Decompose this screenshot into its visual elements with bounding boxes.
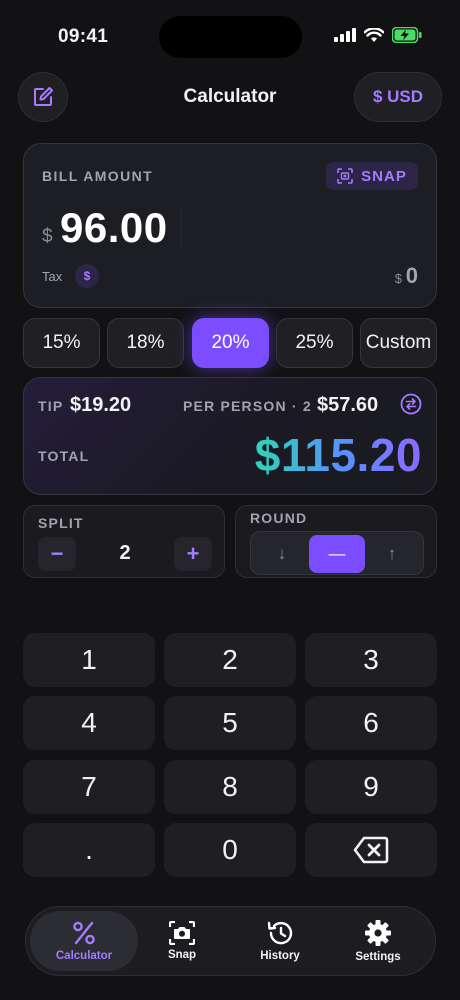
key-decimal[interactable]: .	[23, 823, 155, 877]
key-backspace[interactable]	[305, 823, 437, 877]
key-2[interactable]: 2	[164, 633, 296, 687]
dynamic-island	[159, 16, 302, 58]
round-card: ROUND ↓ — ↑	[235, 505, 437, 578]
tip-value: $19.20	[70, 394, 132, 416]
tab-history[interactable]: History	[226, 911, 334, 971]
tip-options: 15% 18% 20% 25% Custom	[23, 318, 437, 368]
snap-label: SNAP	[361, 167, 407, 185]
tax-label: Tax	[42, 269, 63, 284]
tax-input[interactable]: 0	[406, 263, 418, 289]
tax-mode-toggle[interactable]: $	[75, 264, 99, 288]
snap-button[interactable]: SNAP	[326, 162, 418, 190]
tab-snap[interactable]: Snap	[128, 911, 236, 971]
summary-card: TIP $19.20 PER PERSON · 2 $57.60 TOTAL $…	[23, 377, 437, 495]
split-label: SPLIT	[38, 515, 84, 531]
total-label: TOTAL	[38, 448, 90, 464]
round-label: ROUND	[250, 510, 308, 526]
gear-icon	[365, 920, 391, 946]
tab-settings-label: Settings	[355, 951, 401, 963]
tab-calculator[interactable]: Calculator	[30, 911, 138, 971]
key-6[interactable]: 6	[305, 696, 437, 750]
tab-snap-label: Snap	[167, 949, 197, 961]
status-icons	[334, 27, 422, 43]
swap-icon[interactable]	[400, 393, 422, 415]
per-person-value: $57.60	[317, 394, 379, 416]
per-person-label: PER PERSON · 2	[183, 398, 312, 414]
camera-icon	[169, 921, 195, 945]
status-time: 09:41	[58, 26, 109, 47]
tab-settings[interactable]: Settings	[324, 911, 432, 971]
key-5[interactable]: 5	[164, 696, 296, 750]
key-0[interactable]: 0	[164, 823, 296, 877]
scan-receipt-icon	[337, 168, 353, 184]
signal-icon	[334, 28, 356, 42]
key-4[interactable]: 4	[23, 696, 155, 750]
split-increment-button[interactable]: +	[174, 537, 212, 571]
tax-currency-symbol: $	[394, 271, 402, 286]
status-bar: 09:41	[0, 0, 460, 60]
text-caret	[180, 206, 182, 250]
key-9[interactable]: 9	[305, 760, 437, 814]
bill-amount-label: BILL AMOUNT	[42, 168, 154, 184]
round-up-button[interactable]: ↑	[364, 535, 420, 573]
battery-charging-icon	[392, 27, 422, 43]
tip-option-20[interactable]: 20%	[192, 318, 269, 368]
top-bar: Calculator $ USD	[0, 72, 460, 122]
bill-currency-symbol: $	[42, 226, 53, 247]
tip-label: TIP	[38, 398, 64, 414]
key-7[interactable]: 7	[23, 760, 155, 814]
tab-calculator-label: Calculator	[55, 950, 113, 962]
tab-bar: Calculator Snap History Settings	[25, 906, 436, 976]
tip-option-custom[interactable]: Custom	[360, 318, 437, 368]
bill-amount-input[interactable]: 96.00	[60, 204, 168, 252]
percent-icon	[73, 921, 95, 945]
round-down-button[interactable]: ↓	[254, 535, 310, 573]
round-segmented-control: ↓ — ↑	[250, 531, 424, 575]
tip-option-25[interactable]: 25%	[276, 318, 353, 368]
history-icon	[267, 921, 293, 945]
key-8[interactable]: 8	[164, 760, 296, 814]
tab-history-label: History	[260, 950, 300, 962]
total-value: $115.20	[254, 429, 422, 481]
tip-option-18[interactable]: 18%	[107, 318, 184, 368]
wifi-icon	[364, 27, 384, 42]
tip-option-15[interactable]: 15%	[23, 318, 100, 368]
split-card: SPLIT − 2 +	[23, 505, 225, 578]
bill-card: BILL AMOUNT SNAP $ 96.00 Tax $ $ 0	[23, 143, 437, 308]
key-1[interactable]: 1	[23, 633, 155, 687]
key-3[interactable]: 3	[305, 633, 437, 687]
currency-button[interactable]: $ USD	[354, 72, 442, 122]
round-none-button[interactable]: —	[309, 535, 365, 573]
backspace-icon	[353, 836, 389, 864]
